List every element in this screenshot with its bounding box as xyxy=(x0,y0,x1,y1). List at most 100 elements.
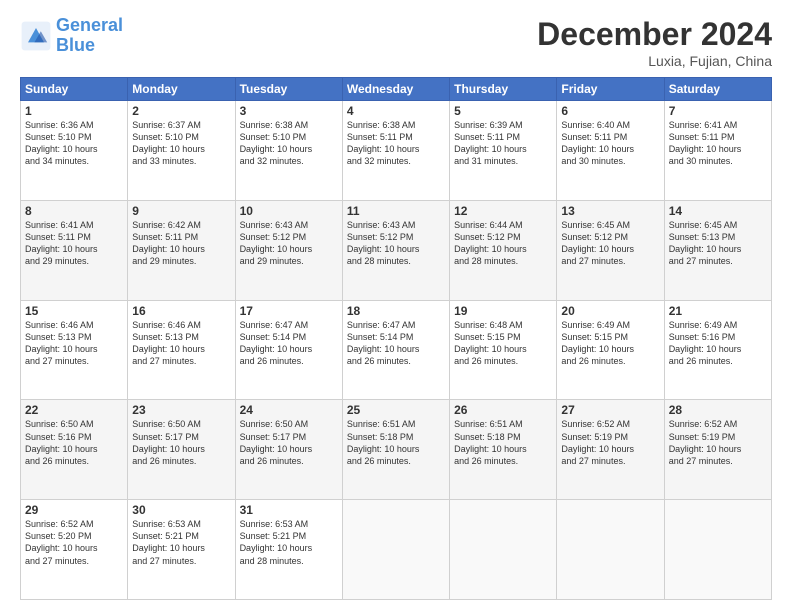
day-number: 1 xyxy=(25,104,123,118)
calendar-week-5: 29Sunrise: 6:52 AMSunset: 5:20 PMDayligh… xyxy=(21,500,772,600)
title-block: December 2024 Luxia, Fujian, China xyxy=(537,16,772,69)
calendar-cell: 25Sunrise: 6:51 AMSunset: 5:18 PMDayligh… xyxy=(342,400,449,500)
day-number: 10 xyxy=(240,204,338,218)
cell-info: Sunrise: 6:47 AMSunset: 5:14 PMDaylight:… xyxy=(240,319,338,368)
day-number: 3 xyxy=(240,104,338,118)
cell-info: Sunrise: 6:41 AMSunset: 5:11 PMDaylight:… xyxy=(25,219,123,268)
cell-info: Sunrise: 6:47 AMSunset: 5:14 PMDaylight:… xyxy=(347,319,445,368)
calendar-cell: 8Sunrise: 6:41 AMSunset: 5:11 PMDaylight… xyxy=(21,200,128,300)
calendar-cell: 15Sunrise: 6:46 AMSunset: 5:13 PMDayligh… xyxy=(21,300,128,400)
cell-info: Sunrise: 6:52 AMSunset: 5:20 PMDaylight:… xyxy=(25,518,123,567)
calendar-cell: 1Sunrise: 6:36 AMSunset: 5:10 PMDaylight… xyxy=(21,101,128,201)
day-number: 8 xyxy=(25,204,123,218)
day-number: 27 xyxy=(561,403,659,417)
header: General Blue December 2024 Luxia, Fujian… xyxy=(20,16,772,69)
calendar-cell: 9Sunrise: 6:42 AMSunset: 5:11 PMDaylight… xyxy=(128,200,235,300)
day-number: 15 xyxy=(25,304,123,318)
logo-text: General Blue xyxy=(56,16,123,56)
cell-info: Sunrise: 6:41 AMSunset: 5:11 PMDaylight:… xyxy=(669,119,767,168)
calendar-week-4: 22Sunrise: 6:50 AMSunset: 5:16 PMDayligh… xyxy=(21,400,772,500)
calendar-cell: 17Sunrise: 6:47 AMSunset: 5:14 PMDayligh… xyxy=(235,300,342,400)
calendar-cell: 4Sunrise: 6:38 AMSunset: 5:11 PMDaylight… xyxy=(342,101,449,201)
cell-info: Sunrise: 6:43 AMSunset: 5:12 PMDaylight:… xyxy=(240,219,338,268)
cell-info: Sunrise: 6:51 AMSunset: 5:18 PMDaylight:… xyxy=(454,418,552,467)
cell-info: Sunrise: 6:45 AMSunset: 5:12 PMDaylight:… xyxy=(561,219,659,268)
logo-line2: Blue xyxy=(56,36,123,56)
day-number: 12 xyxy=(454,204,552,218)
cell-info: Sunrise: 6:44 AMSunset: 5:12 PMDaylight:… xyxy=(454,219,552,268)
calendar-cell: 13Sunrise: 6:45 AMSunset: 5:12 PMDayligh… xyxy=(557,200,664,300)
cell-info: Sunrise: 6:38 AMSunset: 5:11 PMDaylight:… xyxy=(347,119,445,168)
calendar-cell: 24Sunrise: 6:50 AMSunset: 5:17 PMDayligh… xyxy=(235,400,342,500)
day-number: 22 xyxy=(25,403,123,417)
calendar-header-sunday: Sunday xyxy=(21,78,128,101)
page: General Blue December 2024 Luxia, Fujian… xyxy=(0,0,792,612)
calendar-header-wednesday: Wednesday xyxy=(342,78,449,101)
calendar-cell xyxy=(557,500,664,600)
cell-info: Sunrise: 6:50 AMSunset: 5:17 PMDaylight:… xyxy=(132,418,230,467)
calendar-cell: 27Sunrise: 6:52 AMSunset: 5:19 PMDayligh… xyxy=(557,400,664,500)
calendar-header-saturday: Saturday xyxy=(664,78,771,101)
cell-info: Sunrise: 6:53 AMSunset: 5:21 PMDaylight:… xyxy=(240,518,338,567)
cell-info: Sunrise: 6:50 AMSunset: 5:17 PMDaylight:… xyxy=(240,418,338,467)
logo-icon xyxy=(20,20,52,52)
calendar-cell: 28Sunrise: 6:52 AMSunset: 5:19 PMDayligh… xyxy=(664,400,771,500)
calendar-cell: 3Sunrise: 6:38 AMSunset: 5:10 PMDaylight… xyxy=(235,101,342,201)
cell-info: Sunrise: 6:36 AMSunset: 5:10 PMDaylight:… xyxy=(25,119,123,168)
calendar-cell: 11Sunrise: 6:43 AMSunset: 5:12 PMDayligh… xyxy=(342,200,449,300)
cell-info: Sunrise: 6:46 AMSunset: 5:13 PMDaylight:… xyxy=(132,319,230,368)
calendar-cell xyxy=(664,500,771,600)
day-number: 29 xyxy=(25,503,123,517)
day-number: 20 xyxy=(561,304,659,318)
calendar-cell: 23Sunrise: 6:50 AMSunset: 5:17 PMDayligh… xyxy=(128,400,235,500)
day-number: 17 xyxy=(240,304,338,318)
calendar-header-monday: Monday xyxy=(128,78,235,101)
cell-info: Sunrise: 6:51 AMSunset: 5:18 PMDaylight:… xyxy=(347,418,445,467)
calendar-header-thursday: Thursday xyxy=(450,78,557,101)
calendar-cell: 5Sunrise: 6:39 AMSunset: 5:11 PMDaylight… xyxy=(450,101,557,201)
cell-info: Sunrise: 6:50 AMSunset: 5:16 PMDaylight:… xyxy=(25,418,123,467)
day-number: 31 xyxy=(240,503,338,517)
cell-info: Sunrise: 6:52 AMSunset: 5:19 PMDaylight:… xyxy=(561,418,659,467)
day-number: 7 xyxy=(669,104,767,118)
cell-info: Sunrise: 6:42 AMSunset: 5:11 PMDaylight:… xyxy=(132,219,230,268)
calendar-cell: 20Sunrise: 6:49 AMSunset: 5:15 PMDayligh… xyxy=(557,300,664,400)
day-number: 5 xyxy=(454,104,552,118)
calendar-cell: 30Sunrise: 6:53 AMSunset: 5:21 PMDayligh… xyxy=(128,500,235,600)
calendar-week-1: 1Sunrise: 6:36 AMSunset: 5:10 PMDaylight… xyxy=(21,101,772,201)
cell-info: Sunrise: 6:40 AMSunset: 5:11 PMDaylight:… xyxy=(561,119,659,168)
day-number: 6 xyxy=(561,104,659,118)
cell-info: Sunrise: 6:39 AMSunset: 5:11 PMDaylight:… xyxy=(454,119,552,168)
month-title: December 2024 xyxy=(537,16,772,53)
cell-info: Sunrise: 6:37 AMSunset: 5:10 PMDaylight:… xyxy=(132,119,230,168)
calendar-cell: 2Sunrise: 6:37 AMSunset: 5:10 PMDaylight… xyxy=(128,101,235,201)
subtitle: Luxia, Fujian, China xyxy=(537,53,772,69)
cell-info: Sunrise: 6:49 AMSunset: 5:16 PMDaylight:… xyxy=(669,319,767,368)
day-number: 9 xyxy=(132,204,230,218)
calendar-cell: 16Sunrise: 6:46 AMSunset: 5:13 PMDayligh… xyxy=(128,300,235,400)
day-number: 30 xyxy=(132,503,230,517)
calendar-week-3: 15 Sunrise: 6:46 AMSunset: 5:13 PMDayligh… xyxy=(21,300,772,400)
day-number: 28 xyxy=(669,403,767,417)
logo: General Blue xyxy=(20,16,123,56)
calendar-cell: 22Sunrise: 6:50 AMSunset: 5:16 PMDayligh… xyxy=(21,400,128,500)
calendar-cell: 18Sunrise: 6:47 AMSunset: 5:14 PMDayligh… xyxy=(342,300,449,400)
calendar-cell: 21Sunrise: 6:49 AMSunset: 5:16 PMDayligh… xyxy=(664,300,771,400)
day-number: 21 xyxy=(669,304,767,318)
day-number: 11 xyxy=(347,204,445,218)
day-number: 26 xyxy=(454,403,552,417)
cell-info: Sunrise: 6:49 AMSunset: 5:15 PMDaylight:… xyxy=(561,319,659,368)
calendar-cell: 14Sunrise: 6:45 AMSunset: 5:13 PMDayligh… xyxy=(664,200,771,300)
calendar-header-row: SundayMondayTuesdayWednesdayThursdayFrid… xyxy=(21,78,772,101)
calendar-table: SundayMondayTuesdayWednesdayThursdayFrid… xyxy=(20,77,772,600)
day-number: 2 xyxy=(132,104,230,118)
calendar-header-friday: Friday xyxy=(557,78,664,101)
cell-info: Sunrise: 6:45 AMSunset: 5:13 PMDaylight:… xyxy=(669,219,767,268)
day-number: 4 xyxy=(347,104,445,118)
day-number: 18 xyxy=(347,304,445,318)
calendar-cell: 31Sunrise: 6:53 AMSunset: 5:21 PMDayligh… xyxy=(235,500,342,600)
day-number: 23 xyxy=(132,403,230,417)
day-number: 19 xyxy=(454,304,552,318)
day-number: 14 xyxy=(669,204,767,218)
cell-info: Sunrise: 6:52 AMSunset: 5:19 PMDaylight:… xyxy=(669,418,767,467)
